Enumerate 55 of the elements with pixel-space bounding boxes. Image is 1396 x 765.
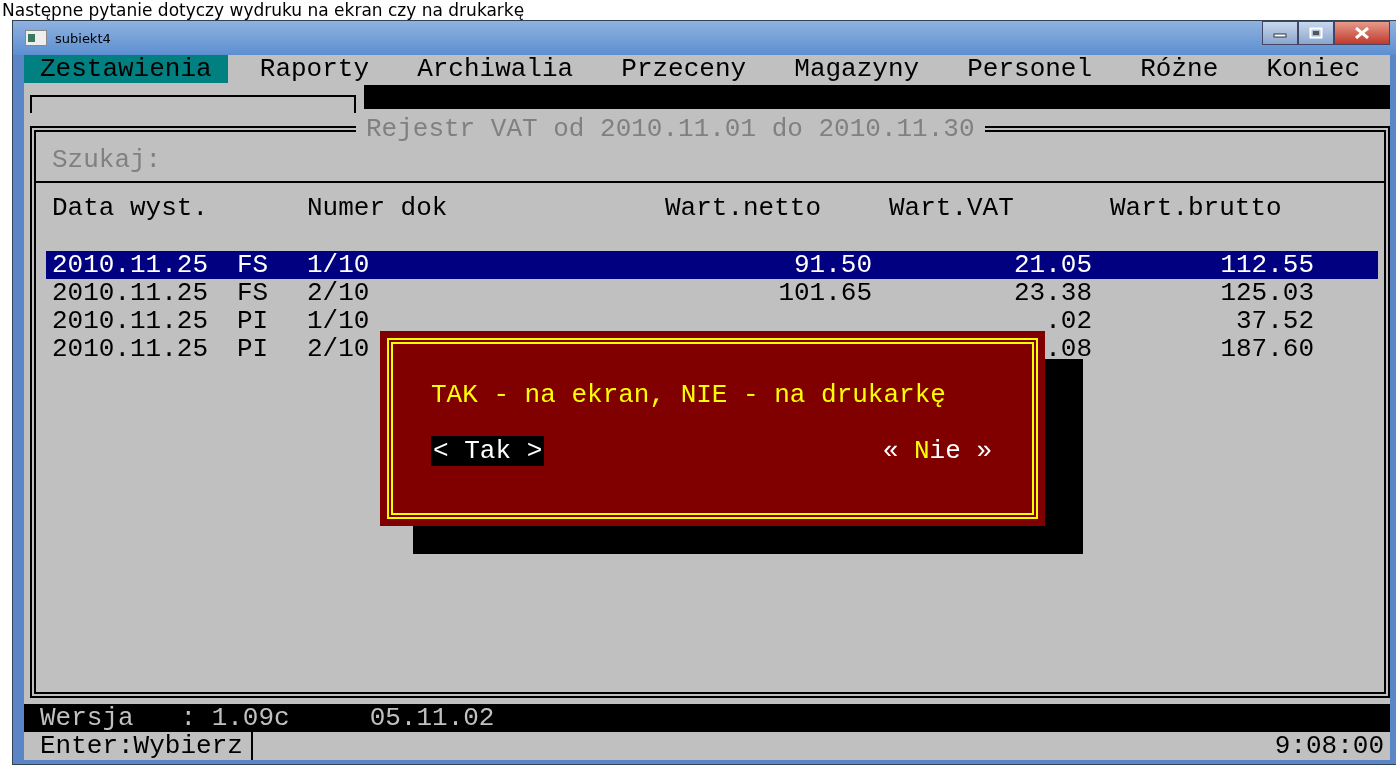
menu-item[interactable]: Koniec: [1250, 55, 1376, 83]
table-row[interactable]: 2010.11.25 PI 1/10 .02 37.52: [46, 307, 1378, 335]
table-cell-text: 187.60: [1219, 335, 1314, 363]
column-header: Numer dok: [307, 193, 449, 223]
table-cell-text: 2010.11.25: [52, 335, 210, 363]
table-cell-text: 2/10: [307, 335, 371, 363]
column-header: Wart.VAT: [888, 193, 1015, 223]
table-cell-text: 1/10: [307, 251, 371, 279]
menu-item[interactable]: Przeceny: [605, 55, 763, 83]
table-cell-text: .02: [1044, 307, 1092, 335]
column-header: Wart.brutto: [1109, 193, 1283, 223]
table-cell-text: 1/10: [307, 307, 371, 335]
window-title: subiekt4: [55, 30, 112, 46]
table-cell-text: PI: [237, 335, 270, 363]
key-hint: Enter:Wybierz: [24, 732, 253, 760]
column-header: Wart.netto: [664, 193, 823, 223]
column-header: Data wyst.: [52, 193, 210, 223]
table-cell-text: .08: [1044, 335, 1092, 363]
dialog-button[interactable]: < Tak >: [431, 436, 545, 466]
table-cell-text: 2010.11.25: [52, 279, 210, 307]
table-cell-text: 21.05: [1013, 251, 1092, 279]
table-row[interactable]: 2010.11.25 FS 2/10 101.65 23.38 125.03: [46, 279, 1378, 307]
table-cell-text: 37.52: [1235, 307, 1314, 335]
app-icon: [25, 30, 47, 46]
table-cell-text: 2010.11.25: [52, 307, 210, 335]
maximize-button[interactable]: [1298, 21, 1334, 45]
menu-item[interactable]: Różne: [1124, 55, 1235, 83]
menu-item[interactable]: Personel: [951, 55, 1109, 83]
table-cell-text: 125.03: [1219, 279, 1314, 307]
close-button[interactable]: [1334, 21, 1390, 45]
table-cell-text: 2010.11.25: [52, 251, 210, 279]
maximize-icon: [1309, 27, 1323, 39]
version-text: Wersja : 1.09c: [40, 704, 290, 732]
table-cell-text: 91.50: [793, 251, 872, 279]
menu-item[interactable]: Raporty: [243, 55, 385, 83]
table-row[interactable]: 2010.11.25 FS 1/10 91.50 21.05 112.55: [46, 251, 1378, 279]
caption-text: Następne pytanie dotyczy wydruku na ekran czy na drukarkę: [1, 0, 526, 20]
menu-item[interactable]: Zestawienia: [24, 55, 228, 83]
table-cell-text: FS: [237, 251, 270, 279]
search-label: Szukaj:: [36, 141, 1384, 183]
clock-time: 9:08:00: [1274, 732, 1385, 760]
menu-item[interactable]: Archiwalia: [401, 55, 590, 83]
dialog-message: TAK - na ekran, NIE - na drukarkę: [431, 380, 947, 410]
table-cell-text: 112.55: [1219, 251, 1314, 279]
table-cell-text: FS: [237, 279, 270, 307]
close-icon: [1354, 27, 1370, 39]
dialog-button[interactable]: « Nie »: [880, 436, 994, 466]
table-cell-text: 2/10: [307, 279, 371, 307]
version-date: 05.11.02: [369, 704, 495, 732]
register-title: Rejestr VAT od 2010.11.01 do 2010.11.30: [365, 117, 976, 141]
table-cell-text: 23.38: [1013, 279, 1092, 307]
menu-item[interactable]: Magazyny: [778, 55, 936, 83]
minimize-button[interactable]: [1262, 21, 1298, 45]
table-cell-text: PI: [237, 307, 270, 335]
table-cell-text: 101.65: [777, 279, 872, 307]
